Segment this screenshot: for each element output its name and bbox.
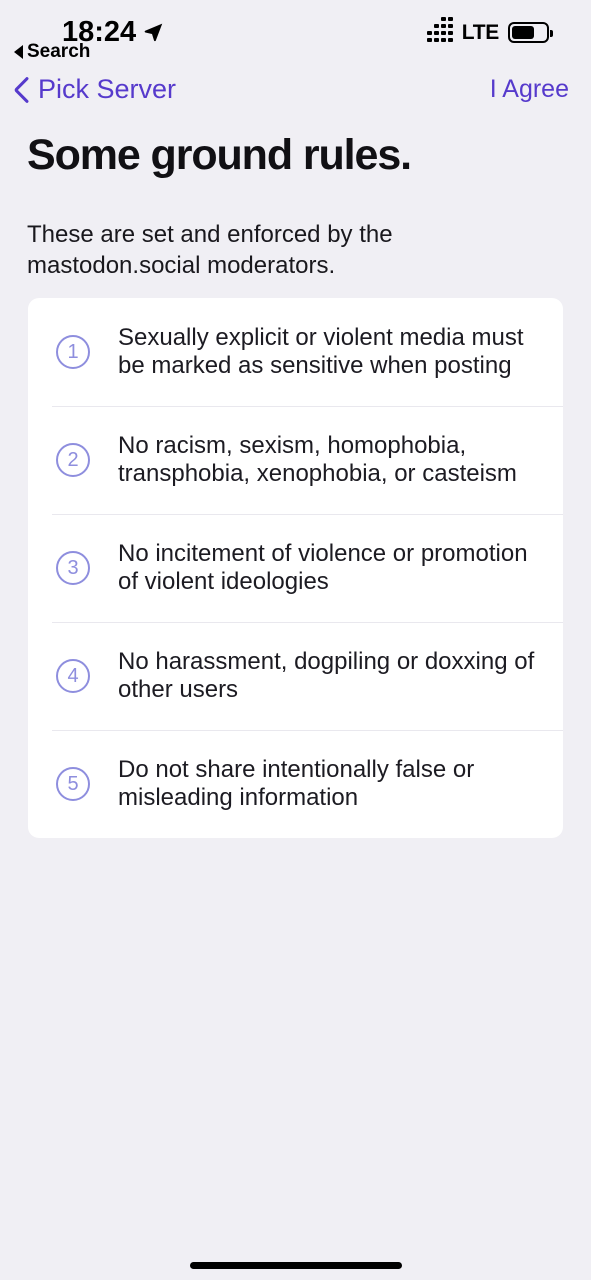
- navigation-bar: Pick Server I Agree: [0, 74, 591, 122]
- battery-icon: [508, 22, 553, 43]
- rules-card: 1 Sexually explicit or violent media mus…: [28, 298, 563, 838]
- back-to-app-label: Search: [27, 41, 91, 62]
- rule-text: Sexually explicit or violent media must …: [118, 323, 524, 379]
- cellular-signal-dots-icon: [427, 16, 453, 42]
- page-subtitle: These are set and enforced by the mastod…: [27, 221, 393, 279]
- home-indicator[interactable]: [189, 1262, 402, 1269]
- rule-row: 2 No racism, sexism, homophobia, transph…: [28, 406, 563, 514]
- battery-fill: [512, 26, 535, 39]
- rule-text: No incitement of violence or promotion o…: [118, 539, 528, 595]
- rule-row: 4 No harassment, dogpiling or doxxing of…: [28, 622, 563, 730]
- rule-text: No harassment, dogpiling or doxxing of o…: [118, 647, 535, 703]
- back-button-label: Pick Server: [38, 74, 177, 104]
- chevron-left-icon: [14, 76, 29, 103]
- rule-row: 5 Do not share intentionally false or mi…: [28, 730, 563, 838]
- rule-text: No racism, sexism, homophobia, transphob…: [118, 431, 517, 487]
- rule-number-badge: 2: [56, 443, 90, 477]
- network-type-label: LTE: [461, 21, 500, 44]
- page-title: Some ground rules.: [27, 131, 412, 179]
- rule-number-badge: 1: [56, 335, 90, 369]
- rule-number-badge: 4: [56, 659, 90, 693]
- status-bar-indicators: LTE: [427, 16, 553, 44]
- battery-cap: [549, 30, 553, 37]
- left-triangle-icon: [14, 44, 23, 59]
- status-bar: 18:24 Search LTE: [0, 0, 591, 68]
- rule-text: Do not share intentionally false or misl…: [118, 755, 475, 811]
- rule-row: 3 No incitement of violence or promotion…: [28, 514, 563, 622]
- location-arrow-icon: [144, 23, 163, 42]
- rule-number-badge: 5: [56, 767, 90, 801]
- back-button[interactable]: Pick Server: [14, 76, 176, 103]
- rule-number-badge: 3: [56, 551, 90, 585]
- back-to-search-app-button[interactable]: Search: [14, 42, 90, 61]
- rule-row: 1 Sexually explicit or violent media mus…: [28, 298, 563, 406]
- i-agree-button[interactable]: I Agree: [490, 77, 569, 102]
